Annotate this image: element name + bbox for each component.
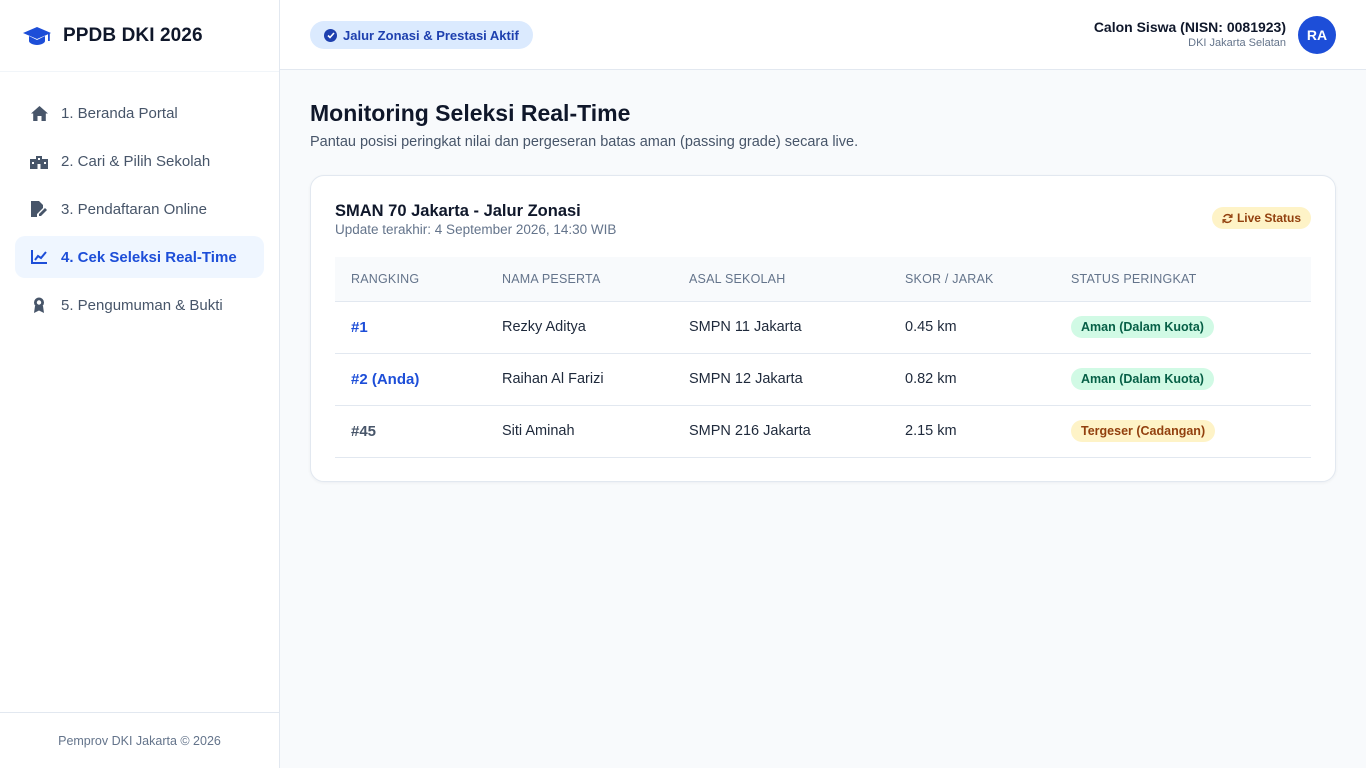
sidebar: PPDB DKI 2026 1. Beranda Portal 2. Cari … [0, 0, 280, 768]
score-cell: 0.45 km [889, 301, 1055, 354]
rank-cell: #1 [335, 301, 486, 354]
live-status-badge: Live Status [1211, 207, 1311, 229]
card-title: SMAN 70 Jakarta - Jalur Zonasi [335, 202, 581, 220]
score-cell: 2.15 km [889, 405, 1055, 458]
name-cell: Rezky Aditya [486, 301, 673, 354]
score-cell: 0.82 km [889, 353, 1055, 406]
chart-line-icon [30, 248, 48, 266]
graduation-cap-icon [23, 24, 53, 48]
status-badge: Aman (Dalam Kuota) [1071, 368, 1214, 390]
active-track-label: Jalur Zonasi & Prestasi Aktif [343, 27, 519, 43]
top-header: Jalur Zonasi & Prestasi Aktif Calon Sisw… [280, 0, 1366, 70]
school-cell: SMPN 216 Jakarta [673, 405, 889, 458]
rank-cell: #45 [335, 405, 486, 458]
brand[interactable]: PPDB DKI 2026 [0, 0, 279, 72]
school-cell: SMPN 12 Jakarta [673, 353, 889, 406]
file-edit-icon [30, 200, 48, 218]
avatar[interactable]: RA [1298, 16, 1336, 54]
sidebar-item-label: 2. Cari & Pilih Sekolah [61, 152, 211, 170]
school-cell: SMPN 11 Jakarta [673, 301, 889, 354]
column-header-school[interactable]: ASAL SEKOLAH [673, 257, 889, 302]
status-badge: Tergeser (Cadangan) [1071, 420, 1216, 442]
status-cell: Aman (Dalam Kuota) [1055, 301, 1311, 354]
column-header-rank[interactable]: RANGKING [335, 257, 486, 302]
sidebar-nav: 1. Beranda Portal 2. Cari & Pilih Sekola… [0, 72, 279, 326]
sidebar-item-label: 3. Pendaftaran Online [61, 200, 207, 218]
status-badge: Aman (Dalam Kuota) [1071, 316, 1214, 338]
sidebar-item-cek-seleksi[interactable]: 4. Cek Seleksi Real-Time [15, 236, 264, 278]
user-info: Calon Siswa (NISN: 0081923) DKI Jakarta … [1094, 19, 1286, 49]
column-header-score[interactable]: SKOR / JARAK [889, 257, 1055, 302]
page-subtitle: Pantau posisi peringkat nilai dan perges… [310, 134, 859, 150]
sidebar-item-beranda[interactable]: 1. Beranda Portal [15, 92, 264, 134]
refresh-icon [1222, 213, 1233, 224]
status-cell: Aman (Dalam Kuota) [1055, 353, 1311, 406]
sidebar-item-pengumuman[interactable]: 5. Pengumuman & Bukti [15, 284, 264, 326]
brand-name: PPDB DKI 2026 [63, 24, 203, 46]
column-header-status[interactable]: STATUS PERINGKAT [1055, 257, 1311, 302]
selection-card: SMAN 70 Jakarta - Jalur Zonasi Update te… [310, 175, 1336, 482]
table-row[interactable]: #1 Rezky Aditya SMPN 11 Jakarta 0.45 km … [335, 301, 1311, 354]
user-location: DKI Jakarta Selatan [1188, 37, 1286, 49]
table-row[interactable]: #2 (Anda) Raihan Al Farizi SMPN 12 Jakar… [335, 353, 1311, 406]
status-cell: Tergeser (Cadangan) [1055, 405, 1311, 458]
award-icon [30, 296, 48, 314]
sidebar-item-label: 1. Beranda Portal [61, 104, 178, 122]
active-track-badge: Jalur Zonasi & Prestasi Aktif [310, 21, 533, 49]
school-icon [30, 152, 48, 170]
sidebar-item-label: 4. Cek Seleksi Real-Time [61, 248, 237, 266]
table-row[interactable]: #45 Siti Aminah SMPN 216 Jakarta 2.15 km… [335, 405, 1311, 458]
sidebar-footer: Pemprov DKI Jakarta © 2026 [0, 712, 279, 768]
last-updated: Update terakhir: 4 September 2026, 14:30… [335, 222, 617, 237]
main-content: Monitoring Seleksi Real-Time Pantau posi… [310, 100, 1336, 482]
sidebar-item-cari-sekolah[interactable]: 2. Cari & Pilih Sekolah [15, 140, 264, 182]
rank-cell: #2 (Anda) [335, 353, 486, 406]
home-icon [30, 104, 48, 122]
sidebar-item-label: 5. Pengumuman & Bukti [61, 296, 223, 314]
name-cell: Raihan Al Farizi [486, 353, 673, 406]
check-circle-icon [324, 28, 337, 42]
column-header-name[interactable]: NAMA PESERTA [486, 257, 673, 302]
sidebar-item-pendaftaran[interactable]: 3. Pendaftaran Online [15, 188, 264, 230]
name-cell: Siti Aminah [486, 405, 673, 458]
ranking-table: RANGKING NAMA PESERTA ASAL SEKOLAH SKOR … [335, 257, 1311, 458]
page-title: Monitoring Seleksi Real-Time [310, 100, 631, 126]
table-header-row: RANGKING NAMA PESERTA ASAL SEKOLAH SKOR … [335, 257, 1311, 302]
user-name: Calon Siswa (NISN: 0081923) [1093, 19, 1286, 35]
live-status-label: Live Status [1236, 211, 1301, 225]
